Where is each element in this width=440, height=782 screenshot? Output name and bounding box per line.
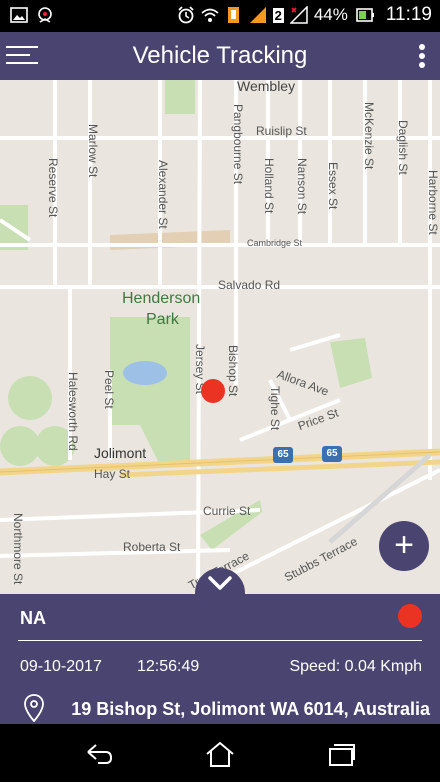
system-nav-bar: [0, 724, 440, 782]
map-label-roberta: Roberta St: [123, 540, 181, 554]
vehicle-marker[interactable]: [201, 379, 225, 403]
status-bar: 2 44% 11:19: [0, 0, 440, 32]
app-bar: Vehicle Tracking: [0, 32, 440, 80]
notification-icon: [38, 7, 52, 23]
map-label-bishop: Bishop St: [226, 345, 240, 397]
location-pin-icon: [24, 694, 44, 722]
page-title: Vehicle Tracking: [132, 42, 308, 69]
tracking-date: 09-10-2017: [20, 658, 102, 675]
map-label-northmore: Northmore St: [11, 513, 25, 585]
sim-slot-label: 2: [272, 7, 284, 23]
highway-shield: 65: [273, 447, 293, 463]
map-label-daglish: Daglish St: [396, 120, 410, 175]
divider: [18, 640, 422, 641]
map-label-alexander: Alexander St: [156, 160, 170, 229]
map-label-hay: Hay St: [94, 467, 131, 481]
recents-icon[interactable]: [326, 740, 356, 768]
signal-icon: [289, 6, 308, 24]
map-label-wembley: Wembley: [237, 80, 296, 94]
clock: 11:19: [385, 4, 432, 25]
map-label-pangbourne: Pangbourne St: [231, 104, 245, 185]
map-label-holland: Holland St: [262, 158, 276, 214]
map-label-mckenzie: McKenzie St: [362, 102, 376, 170]
vehicle-speed: Speed: 0.04 Kmph: [289, 658, 422, 675]
vehicle-address: 19 Bishop St, Jolimont WA 6014, Australi…: [71, 699, 430, 719]
battery-icon: [356, 8, 374, 22]
map-label-marlow: Marlow St: [86, 124, 100, 178]
map-view[interactable]: Wembley Ruislip St Reserve St Marlow St …: [0, 80, 440, 594]
map-label-currie: Currie St: [203, 504, 251, 518]
battery-percent: 44%: [313, 5, 348, 24]
map-label-salvado: Salvado Rd: [218, 278, 281, 292]
map-label-halesworth: Halesworth Rd: [66, 372, 80, 451]
status-indicator: [398, 604, 422, 628]
map-label-tighe: Tighe St: [268, 386, 282, 431]
map-label-nanson: Nanson St: [295, 158, 309, 215]
tracking-time: 12:56:49: [137, 658, 200, 675]
home-icon[interactable]: [205, 740, 235, 768]
map-label-henderson: Henderson: [122, 290, 201, 307]
signal-icon: [249, 7, 266, 23]
chevron-down-icon: [208, 576, 232, 590]
data-icon: [227, 7, 239, 23]
image-icon: [10, 7, 28, 23]
map-label-essex: Essex St: [326, 162, 340, 210]
map-label-park: Park: [146, 311, 179, 328]
map-label-jolimont: Jolimont: [94, 445, 147, 461]
highway-shield: 65: [322, 446, 342, 462]
more-vert-icon[interactable]: [418, 44, 426, 70]
map-label-ruislip: Ruislip St: [256, 124, 307, 138]
vehicle-info-panel: NA 09-10-2017 12:56:49 Speed: 0.04 Kmph …: [0, 594, 440, 724]
alarm-icon: [177, 6, 194, 24]
back-icon[interactable]: [84, 740, 114, 768]
map-label-reserve: Reserve St: [46, 158, 60, 218]
map-label-harborne: Harborne St: [426, 170, 440, 235]
map-label-peel: Peel St: [102, 370, 116, 409]
map-label-cambridge: Cambridge St: [247, 238, 303, 248]
vehicle-name: NA: [20, 608, 46, 628]
wifi-icon: [201, 8, 219, 22]
add-button[interactable]: +: [379, 521, 429, 571]
